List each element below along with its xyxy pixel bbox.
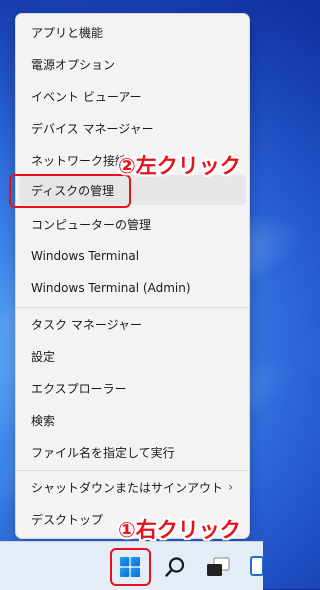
menu-item-computer-management[interactable]: コンピューターの管理: [16, 209, 249, 239]
winx-context-menu: アプリと機能 電源オプション イベント ビューアー デバイス マネージャー ネッ…: [15, 13, 250, 539]
annotation-step1: ①右クリック: [118, 518, 241, 542]
menu-item-label: Windows Terminal: [31, 249, 140, 263]
menu-item-search[interactable]: 検索: [16, 405, 249, 435]
menu-item-settings[interactable]: 設定: [16, 341, 249, 371]
menu-item-label: ネットワーク接続: [31, 153, 128, 168]
menu-item-label: 検索: [31, 413, 56, 428]
edge-icon[interactable]: [250, 555, 263, 577]
menu-item-label: Windows Terminal (Admin): [31, 281, 191, 295]
menu-item-label: シャットダウンまたはサインアウト: [31, 480, 224, 495]
menu-item-label: コンピューターの管理: [31, 217, 152, 232]
menu-item-label: イベント ビューアー: [31, 89, 142, 104]
task-view-icon[interactable]: [205, 555, 231, 579]
chevron-right-icon: ›: [228, 480, 233, 494]
menu-item-label: 設定: [31, 349, 56, 364]
menu-item-label: アプリと機能: [31, 25, 104, 40]
menu-item-windows-terminal[interactable]: Windows Terminal: [16, 241, 249, 271]
menu-separator: [16, 307, 249, 308]
menu-item-label: エクスプローラー: [31, 381, 127, 396]
menu-item-task-manager[interactable]: タスク マネージャー: [16, 309, 249, 339]
menu-item-label: デバイス マネージャー: [31, 121, 154, 136]
menu-item-apps-features[interactable]: アプリと機能: [16, 17, 249, 47]
annotation-step2: ②左クリック: [118, 154, 241, 178]
menu-item-label: タスク マネージャー: [31, 317, 142, 332]
menu-item-windows-terminal-admin[interactable]: Windows Terminal (Admin): [16, 273, 249, 303]
menu-item-event-viewer[interactable]: イベント ビューアー: [16, 81, 249, 111]
disk-management-highlight-box: [9, 174, 131, 208]
menu-item-explorer[interactable]: エクスプローラー: [16, 373, 249, 403]
menu-item-label: ファイル名を指定して実行: [31, 445, 175, 460]
windows-start-icon[interactable]: [120, 557, 140, 577]
menu-item-device-manager[interactable]: デバイス マネージャー: [16, 113, 249, 143]
menu-item-shutdown-signout[interactable]: シャットダウンまたはサインアウト ›: [16, 472, 249, 502]
search-icon[interactable]: [164, 556, 186, 578]
menu-item-run[interactable]: ファイル名を指定して実行: [16, 437, 249, 467]
menu-separator: [16, 470, 249, 471]
menu-item-power-options[interactable]: 電源オプション: [16, 49, 249, 79]
menu-item-label: デスクトップ: [31, 512, 104, 527]
menu-item-label: 電源オプション: [31, 57, 116, 72]
